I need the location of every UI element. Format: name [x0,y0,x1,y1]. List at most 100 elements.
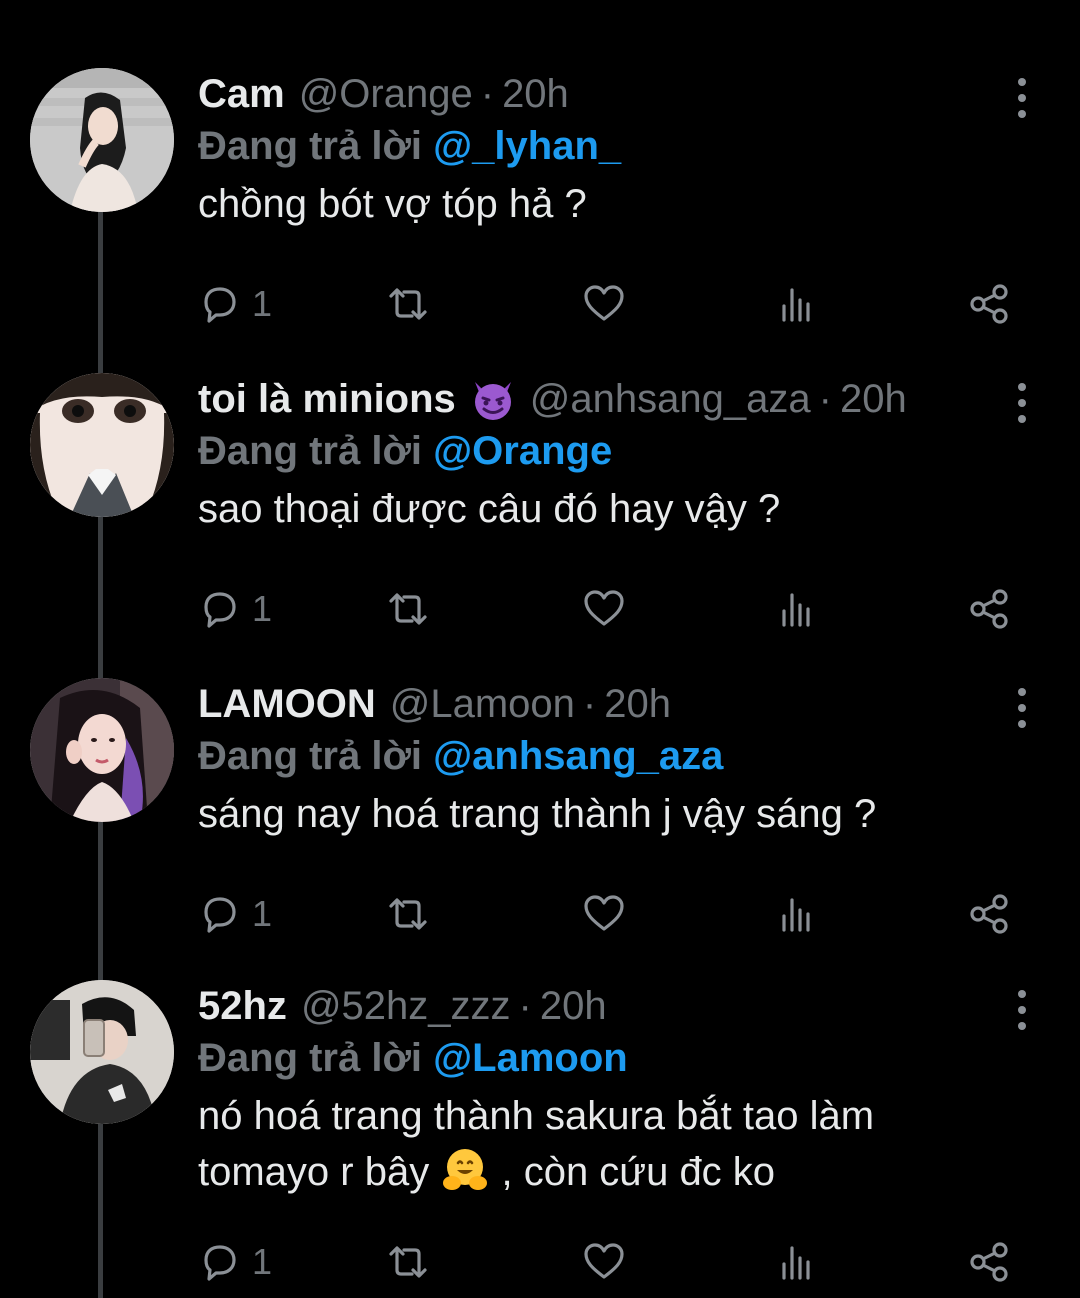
timestamp[interactable]: 20h [502,68,569,120]
share-button[interactable] [968,278,1012,330]
heart-icon [584,590,624,626]
reply-button[interactable]: 1 [198,888,272,940]
retweet-button[interactable] [386,278,430,330]
user-handle[interactable]: @52hz_zzz [301,980,511,1032]
separator-dot: · [518,984,532,1028]
retweet-icon [389,288,427,320]
avatar-photo-52hz [30,980,174,1124]
tweet-text-line: nó hoá trang thành sakura bắt tao làm [198,1094,875,1138]
more-vertical-icon[interactable] [1008,688,1036,728]
avatar[interactable] [30,373,174,517]
separator-dot: · [818,377,832,421]
heart-icon [584,1243,624,1279]
timestamp[interactable]: 20h [840,373,907,425]
display-name[interactable]: Cam [198,68,285,120]
timestamp[interactable]: 20h [604,678,671,730]
more-vertical-icon[interactable] [1008,990,1036,1030]
reply-bubble-icon [204,897,236,933]
display-name[interactable]: 52hz [198,980,287,1032]
like-button[interactable] [582,1236,626,1288]
reply-count: 1 [252,588,273,629]
replying-label: Đang trả lời [198,734,423,778]
reply-button[interactable]: 1 [198,278,272,330]
more-vertical-icon[interactable] [1008,78,1036,118]
hugging-face-icon [440,1145,490,1195]
tweet-header: LAMOON @Lamoon · 20h [198,678,1018,730]
separator-dot: · [480,72,495,116]
tweet-actions: 1 [198,888,1038,940]
views-button[interactable] [774,278,818,330]
tweet-text: nó hoá trang thành sakura bắt tao làm to… [198,1088,1018,1200]
reply-mention-link[interactable]: @Lamoon [433,1036,628,1080]
tweet-text-segment: tomayo r bây [198,1150,430,1194]
analytics-bars-icon [782,593,810,627]
share-button[interactable] [968,1236,1012,1288]
like-button[interactable] [582,278,626,330]
replying-to: Đang trả lời @_lyhan_ [198,120,1018,172]
views-button[interactable] [774,583,818,635]
avatar-photo-cam [30,68,174,212]
reply-mention-link[interactable]: @Orange [433,429,612,473]
reply-count: 1 [252,1241,273,1282]
views-button[interactable] [774,888,818,940]
replying-label: Đang trả lời [198,429,423,473]
retweet-button[interactable] [386,1236,430,1288]
replying-to: Đang trả lời @Orange [198,425,1018,477]
analytics-bars-icon [782,898,810,932]
smiling-imp-icon [470,376,516,422]
reply-button[interactable]: 1 [198,583,272,635]
tweet-header: Cam @Orange · 20h [198,68,1018,120]
heart-icon [584,895,624,931]
retweet-icon [389,1246,427,1278]
like-button[interactable] [582,888,626,940]
reply-mention-link[interactable]: @_lyhan_ [433,124,621,168]
tweet-text: sao thoại được câu đó hay vậy ? [198,487,781,531]
user-handle[interactable]: @Orange [299,68,473,120]
user-handle[interactable]: @Lamoon [390,678,575,730]
tweet-text: chồng bót vợ tóp hả ? [198,182,587,226]
tweet-header: 52hz @52hz_zzz · 20h [198,980,1018,1032]
share-icon [970,1242,1008,1282]
display-name[interactable]: toi là minions [198,373,456,425]
analytics-bars-icon [782,1246,810,1280]
reply-count: 1 [252,283,273,324]
tweet-text-segment: , còn cứu đc ko [501,1150,776,1194]
tweet-text-line: tomayo r bây , còn cứu đc ko [198,1144,1018,1200]
display-name[interactable]: LAMOON [198,678,376,730]
share-button[interactable] [968,888,1012,940]
tweet-actions: 1 [198,583,1038,635]
reply-button[interactable]: 1 [198,1236,272,1288]
avatar[interactable] [30,980,174,1124]
like-button[interactable] [582,583,626,635]
retweet-button[interactable] [386,888,430,940]
tweet-actions: 1 [198,278,1038,330]
share-icon [970,589,1008,629]
separator-dot: · [582,682,597,726]
tweet-text: sáng nay hoá trang thành j vậy sáng ? [198,792,877,836]
replying-to: Đang trả lời @anhsang_aza [198,730,1018,782]
share-button[interactable] [968,583,1012,635]
replying-label: Đang trả lời [198,124,423,168]
share-icon [970,284,1008,324]
share-icon [970,894,1008,934]
retweet-button[interactable] [386,583,430,635]
retweet-icon [389,593,427,625]
avatar[interactable] [30,678,174,822]
retweet-icon [389,898,427,930]
replying-label: Đang trả lời [198,1036,423,1080]
avatar-photo-minions [30,373,174,517]
timestamp[interactable]: 20h [540,980,607,1032]
reply-count: 1 [252,893,273,934]
tweet-actions: 1 [198,1236,1038,1288]
replying-to: Đang trả lời @Lamoon [198,1032,1018,1084]
reply-mention-link[interactable]: @anhsang_aza [433,734,723,778]
more-vertical-icon[interactable] [1008,383,1036,423]
user-handle[interactable]: @anhsang_aza [530,373,811,425]
views-button[interactable] [774,1236,818,1288]
avatar-photo-lamoon [30,678,174,822]
heart-icon [584,285,624,321]
reply-bubble-icon [204,287,236,323]
avatar[interactable] [30,68,174,212]
analytics-bars-icon [782,288,810,322]
tweet-header: toi là minions @anhsang_aza · 20h [198,373,1018,425]
